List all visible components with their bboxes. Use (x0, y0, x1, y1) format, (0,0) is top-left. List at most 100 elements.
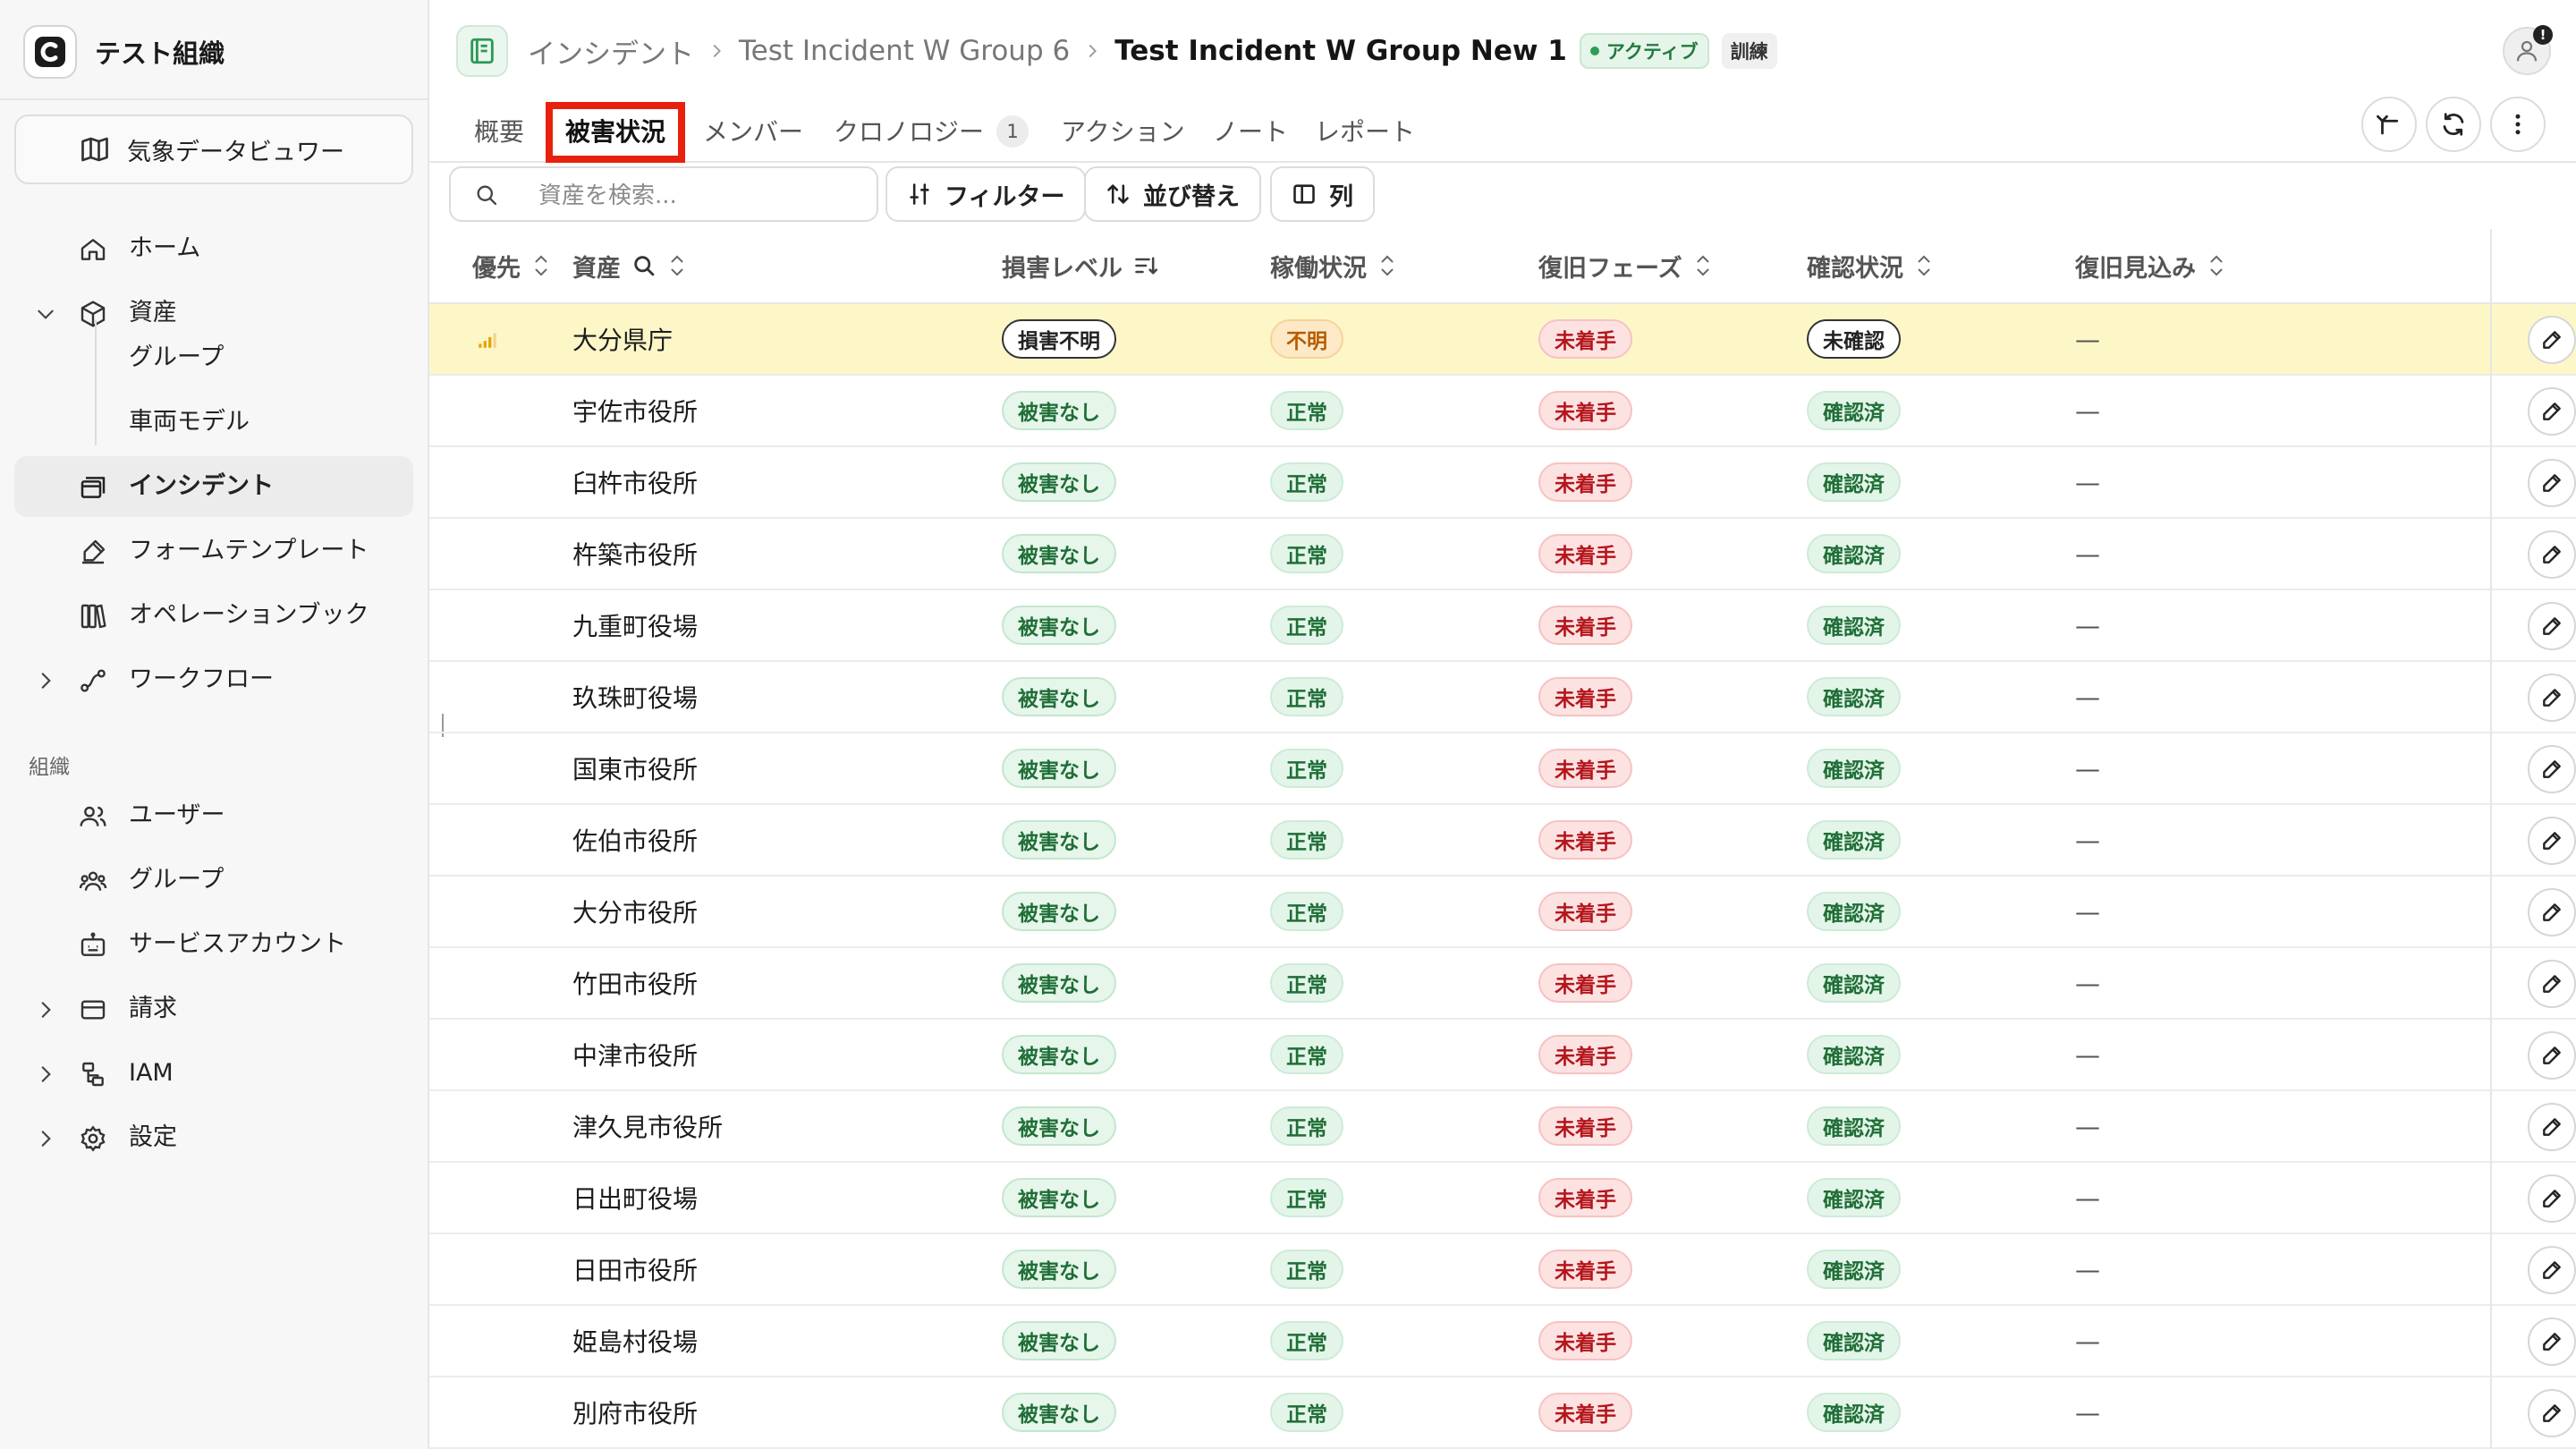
recovery-phase-cell[interactable]: 未着手 (1538, 304, 1632, 374)
operation-status-cell[interactable]: 正常 (1270, 805, 1343, 875)
recovery-phase-cell[interactable]: 未着手 (1538, 662, 1632, 732)
recovery-phase-cell[interactable]: 未着手 (1538, 447, 1632, 517)
operation-status-cell[interactable]: 正常 (1270, 1306, 1343, 1376)
edit-row-button[interactable] (2528, 888, 2576, 936)
recovery-phase-cell[interactable]: 未着手 (1538, 590, 1632, 660)
column-header-asset[interactable]: 資産 (572, 229, 687, 302)
operation-status-cell[interactable]: 正常 (1270, 1091, 1343, 1161)
recovery-phase-cell[interactable]: 未着手 (1538, 1091, 1632, 1161)
edit-row-button[interactable] (2528, 316, 2576, 364)
recovery-phase-cell[interactable]: 未着手 (1538, 733, 1632, 803)
recovery-phase-cell[interactable]: 未着手 (1538, 1234, 1632, 1304)
sidebar-item-home[interactable]: ホーム (0, 218, 429, 279)
table-row[interactable]: 中津市役所 被害なし 正常 未着手 確認済 — (429, 1020, 2576, 1091)
table-row[interactable]: 津久見市役所 被害なし 正常 未着手 確認済 — (429, 1091, 2576, 1163)
column-header-recovery-phase[interactable]: 復旧フェーズ (1538, 229, 1713, 302)
operation-status-cell[interactable]: 正常 (1270, 1234, 1343, 1304)
confirmation-status-cell[interactable]: 確認済 (1807, 805, 1901, 875)
damage-level-cell[interactable]: 被害なし (1002, 376, 1116, 445)
sidebar-item-users[interactable]: ユーザー (0, 785, 429, 846)
confirmation-status-cell[interactable]: 確認済 (1807, 1020, 1901, 1089)
asset-name[interactable]: 臼杵市役所 (572, 447, 698, 517)
damage-level-cell[interactable]: 被害なし (1002, 877, 1116, 946)
breadcrumb-parent-link[interactable]: Test Incident W Group 6 (739, 35, 1070, 67)
edit-row-button[interactable] (2528, 602, 2576, 650)
table-row[interactable]: 大分県庁 損害不明 不明 未着手 未確認 — (429, 304, 2576, 376)
recovery-phase-cell[interactable]: 未着手 (1538, 376, 1632, 445)
operation-status-cell[interactable]: 正常 (1270, 948, 1343, 1018)
chevron-down-icon[interactable] (34, 302, 57, 326)
asset-search-input[interactable] (537, 179, 862, 213)
asset-name[interactable]: 大分県庁 (572, 304, 673, 374)
edit-row-button[interactable] (2528, 1103, 2576, 1151)
edit-row-button[interactable] (2528, 674, 2576, 722)
tab-notes[interactable]: ノート (1213, 109, 1288, 156)
breadcrumb-incidents-link[interactable]: インシデント (528, 31, 694, 72)
damage-level-cell[interactable]: 被害なし (1002, 662, 1116, 732)
table-row[interactable]: 宇佐市役所 被害なし 正常 未着手 確認済 — (429, 376, 2576, 447)
table-row[interactable]: 姫島村役場 被害なし 正常 未着手 確認済 — (429, 1306, 2576, 1377)
asset-name[interactable]: 九重町役場 (572, 590, 698, 660)
edit-row-button[interactable] (2528, 1318, 2576, 1366)
asset-name[interactable]: 竹田市役所 (572, 948, 698, 1018)
table-row[interactable]: 日田市役所 被害なし 正常 未着手 確認済 — (429, 1234, 2576, 1306)
edit-row-button[interactable] (2528, 960, 2576, 1008)
asset-name[interactable]: 大分市役所 (572, 877, 698, 946)
chevron-right-icon[interactable] (34, 669, 57, 692)
confirmation-status-cell[interactable]: 確認済 (1807, 1091, 1901, 1161)
table-row[interactable]: 玖珠町役場 被害なし 正常 未着手 確認済 — (429, 662, 2576, 733)
confirmation-status-cell[interactable]: 未確認 (1807, 304, 1901, 374)
sidebar-item-groups[interactable]: グループ (0, 850, 429, 911)
asset-name[interactable]: 国東市役所 (572, 733, 698, 803)
operation-status-cell[interactable]: 正常 (1270, 662, 1343, 732)
asset-name[interactable]: 中津市役所 (572, 1020, 698, 1089)
confirmation-status-cell[interactable]: 確認済 (1807, 877, 1901, 946)
table-row[interactable]: 杵築市役所 被害なし 正常 未着手 確認済 — (429, 519, 2576, 590)
confirmation-status-cell[interactable]: 確認済 (1807, 1306, 1901, 1376)
edit-row-button[interactable] (2528, 530, 2576, 579)
sidebar-item-billing[interactable]: 請求 (0, 979, 429, 1039)
asset-name[interactable]: 姫島村役場 (572, 1306, 698, 1376)
asset-name[interactable]: 佐伯市役所 (572, 805, 698, 875)
confirmation-status-cell[interactable]: 確認済 (1807, 590, 1901, 660)
operation-status-cell[interactable]: 正常 (1270, 447, 1343, 517)
operation-status-cell[interactable]: 不明 (1270, 304, 1343, 374)
recovery-phase-cell[interactable]: 未着手 (1538, 805, 1632, 875)
column-header-operation-status[interactable]: 稼働状況 (1270, 229, 1397, 302)
asset-name[interactable]: 宇佐市役所 (572, 376, 698, 445)
asset-name[interactable]: 別府市役所 (572, 1377, 698, 1447)
operation-status-cell[interactable]: 正常 (1270, 877, 1343, 946)
column-header-recovery-eta[interactable]: 復旧見込み (2075, 229, 2226, 302)
edit-row-button[interactable] (2528, 1389, 2576, 1437)
confirmation-status-cell[interactable]: 確認済 (1807, 447, 1901, 517)
confirmation-status-cell[interactable]: 確認済 (1807, 519, 1901, 589)
damage-level-cell[interactable]: 被害なし (1002, 1091, 1116, 1161)
table-row[interactable]: 日出町役場 被害なし 正常 未着手 確認済 — (429, 1163, 2576, 1234)
operation-status-cell[interactable]: 正常 (1270, 1020, 1343, 1089)
edit-row-button[interactable] (2528, 1174, 2576, 1223)
asset-name[interactable]: 日出町役場 (572, 1163, 698, 1233)
table-row[interactable]: 竹田市役所 被害なし 正常 未着手 確認済 — (429, 948, 2576, 1020)
export-button[interactable] (2361, 97, 2417, 152)
weather-viewer-button[interactable]: 気象データビュワー (14, 114, 413, 184)
table-row[interactable]: 国東市役所 被害なし 正常 未着手 確認済 — (429, 733, 2576, 805)
damage-level-cell[interactable]: 被害なし (1002, 447, 1116, 517)
chevron-right-icon[interactable] (34, 1063, 57, 1086)
more-options-button[interactable] (2490, 97, 2546, 152)
user-avatar-button[interactable]: ! (2503, 25, 2553, 75)
column-header-damage-level[interactable]: 損害レベル (1002, 229, 1158, 302)
recovery-phase-cell[interactable]: 未着手 (1538, 1377, 1632, 1447)
edit-row-button[interactable] (2528, 1031, 2576, 1080)
confirmation-status-cell[interactable]: 確認済 (1807, 662, 1901, 732)
confirmation-status-cell[interactable]: 確認済 (1807, 948, 1901, 1018)
damage-level-cell[interactable]: 被害なし (1002, 590, 1116, 660)
damage-level-cell[interactable]: 被害なし (1002, 519, 1116, 589)
sidebar-item-incidents[interactable]: インシデント (14, 456, 413, 517)
tab-members[interactable]: メンバー (703, 109, 803, 156)
edit-row-button[interactable] (2528, 459, 2576, 507)
chevron-right-icon[interactable] (34, 1127, 57, 1150)
damage-level-cell[interactable]: 被害なし (1002, 733, 1116, 803)
operation-status-cell[interactable]: 正常 (1270, 733, 1343, 803)
sidebar-item-iam[interactable]: IAM (0, 1043, 429, 1104)
operation-status-cell[interactable]: 正常 (1270, 519, 1343, 589)
